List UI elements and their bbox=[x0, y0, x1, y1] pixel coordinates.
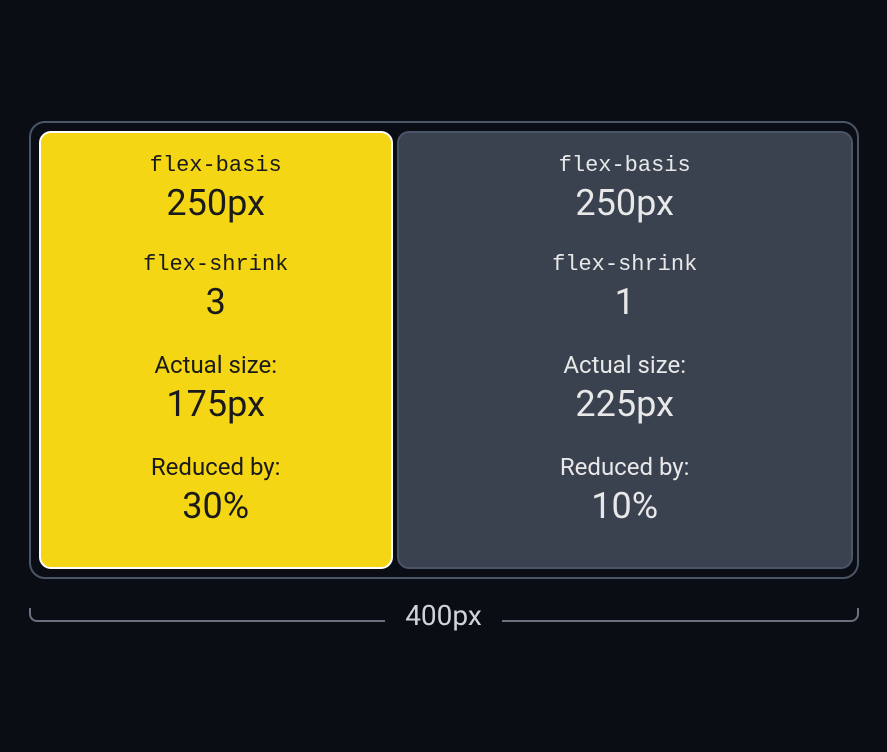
flex-container: flex-basis 250px flex-shrink 3 Actual si… bbox=[29, 121, 859, 579]
width-line-right bbox=[502, 620, 847, 622]
flex-item-2: flex-basis 250px flex-shrink 1 Actual si… bbox=[397, 131, 853, 569]
flex-shrink-label: flex-shrink bbox=[143, 252, 288, 277]
actual-size-value: 175px bbox=[154, 383, 277, 425]
reduced-by-value: 30% bbox=[151, 485, 281, 527]
actual-size-group: Actual size: 225px bbox=[563, 351, 686, 425]
flex-shrink-group: flex-shrink 1 bbox=[552, 252, 697, 323]
actual-size-label: Actual size: bbox=[154, 351, 277, 379]
flex-shrink-value: 3 bbox=[143, 281, 288, 323]
width-line-left bbox=[41, 620, 386, 622]
flex-basis-label: flex-basis bbox=[559, 153, 691, 178]
flex-shrink-label: flex-shrink bbox=[552, 252, 697, 277]
container-width-label: 400px bbox=[385, 599, 502, 632]
reduced-by-group: Reduced by: 30% bbox=[151, 453, 281, 527]
flex-basis-group: flex-basis 250px bbox=[559, 153, 691, 224]
flex-basis-label: flex-basis bbox=[150, 153, 282, 178]
flex-shrink-value: 1 bbox=[552, 281, 697, 323]
reduced-by-value: 10% bbox=[560, 485, 690, 527]
actual-size-label: Actual size: bbox=[563, 351, 686, 379]
flex-basis-value: 250px bbox=[559, 182, 691, 224]
width-indicator: 400px bbox=[29, 599, 859, 632]
reduced-by-group: Reduced by: 10% bbox=[560, 453, 690, 527]
flex-item-1: flex-basis 250px flex-shrink 3 Actual si… bbox=[39, 131, 393, 569]
actual-size-value: 225px bbox=[563, 383, 686, 425]
actual-size-group: Actual size: 175px bbox=[154, 351, 277, 425]
flex-shrink-diagram: flex-basis 250px flex-shrink 3 Actual si… bbox=[29, 121, 859, 632]
reduced-by-label: Reduced by: bbox=[560, 453, 690, 481]
bracket-left-icon bbox=[29, 608, 41, 622]
reduced-by-label: Reduced by: bbox=[151, 453, 281, 481]
flex-basis-group: flex-basis 250px bbox=[150, 153, 282, 224]
bracket-right-icon bbox=[847, 608, 859, 622]
flex-basis-value: 250px bbox=[150, 182, 282, 224]
flex-shrink-group: flex-shrink 3 bbox=[143, 252, 288, 323]
